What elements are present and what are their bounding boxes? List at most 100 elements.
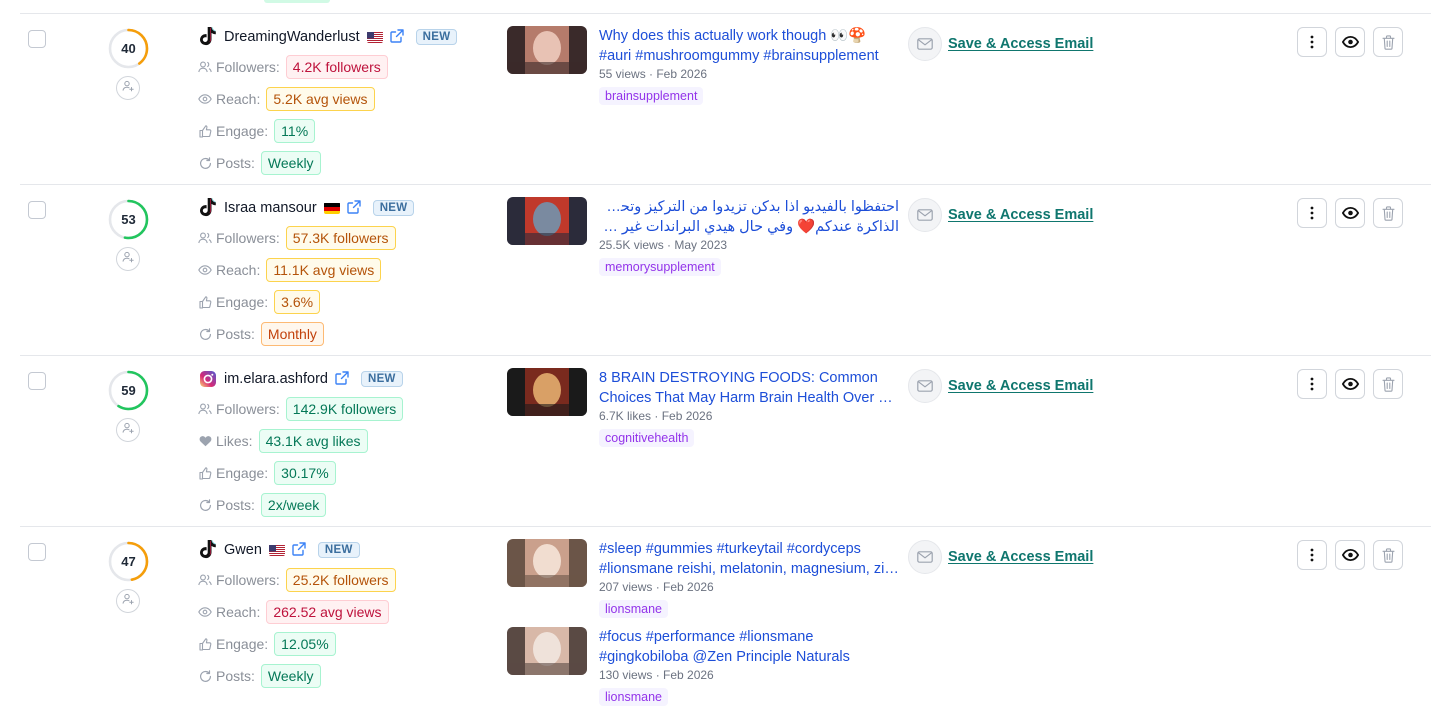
post-title-continued[interactable]: #gingkobiloba @Zen Principle Naturals — [599, 647, 899, 667]
creator-row: 40 DreamingWanderlust NEW Followers: 4.2K fo… — [20, 14, 1431, 185]
view-button[interactable] — [1335, 369, 1365, 399]
likes-icon — [198, 434, 212, 448]
save-access-email-button[interactable]: Save & Access Email — [908, 369, 1093, 403]
posts-icon — [198, 327, 212, 341]
post-meta: 130 views · Feb 2026 — [599, 668, 714, 682]
external-link-icon[interactable] — [292, 542, 308, 558]
creator-handle[interactable]: Israa mansour — [224, 200, 317, 216]
mail-icon — [908, 369, 942, 403]
delete-button[interactable] — [1373, 198, 1403, 228]
delete-button[interactable] — [1373, 27, 1403, 57]
more-actions-button[interactable] — [1297, 369, 1327, 399]
post-title-continued[interactable]: #auri #mushroomgummy #brainsupplement — [599, 46, 899, 66]
metric-label: Posts: — [216, 497, 255, 513]
save-access-email-label[interactable]: Save & Access Email — [948, 378, 1093, 394]
post-meta: 207 views · Feb 2026 — [599, 580, 714, 594]
hashtag-chip[interactable]: lionsmane — [599, 688, 668, 706]
engage-icon — [198, 295, 212, 309]
metric-reach: Reach: 262.52 avg views — [198, 596, 396, 628]
view-button[interactable] — [1335, 27, 1365, 57]
new-badge: NEW — [372, 200, 415, 216]
post-title-continued[interactable]: #lionsmane reishi, melatonin, magnesium,… — [599, 559, 899, 579]
metric-value: Monthly — [260, 322, 324, 346]
score-value: 40 — [121, 41, 136, 56]
save-access-email-label[interactable]: Save & Access Email — [948, 36, 1093, 52]
post-thumbnail[interactable] — [507, 368, 587, 416]
post-meta: 6.7K likes · Feb 2026 — [599, 409, 713, 423]
post-text: #sleep #gummies #turkeytail #cordyceps #l… — [599, 539, 899, 618]
creator-info: Gwen NEW Followers: 25.2K followers Reach: 26… — [198, 539, 396, 692]
view-button[interactable] — [1335, 198, 1365, 228]
save-access-email-label[interactable]: Save & Access Email — [948, 549, 1093, 565]
external-link-icon[interactable] — [389, 29, 406, 45]
posts-icon — [198, 669, 212, 683]
new-badge: NEW — [360, 371, 403, 387]
metric-label: Reach: — [216, 262, 261, 278]
add-to-list-button[interactable] — [116, 418, 140, 442]
more-actions-button[interactable] — [1297, 27, 1327, 57]
delete-button[interactable] — [1373, 369, 1403, 399]
score-ring: 47 — [108, 541, 149, 582]
save-access-email-button[interactable]: Save & Access Email — [908, 27, 1093, 61]
creator-handle[interactable]: Gwen — [224, 542, 262, 558]
reach-icon — [198, 263, 212, 277]
add-to-list-button[interactable] — [116, 76, 140, 100]
engage-icon — [198, 124, 212, 138]
row-select-checkbox[interactable] — [28, 372, 46, 390]
post-thumbnail[interactable] — [507, 26, 587, 74]
creator-handle[interactable]: im.elara.ashford — [224, 371, 328, 387]
creator-name-line: Israa mansour NEW — [198, 197, 415, 219]
post-title[interactable]: 8 BRAIN DESTROYING FOODS: Common — [599, 368, 899, 388]
view-button[interactable] — [1335, 540, 1365, 570]
save-access-email-button[interactable]: Save & Access Email — [908, 198, 1093, 232]
metric-posts: Posts: Weekly — [198, 147, 457, 179]
mail-icon — [908, 27, 942, 61]
hashtag-chip[interactable]: cognitivehealth — [599, 429, 695, 447]
add-to-list-button[interactable] — [116, 589, 140, 613]
de-flag — [323, 202, 340, 214]
delete-button[interactable] — [1373, 540, 1403, 570]
row-actions — [1297, 198, 1403, 228]
hashtag-chip[interactable]: lionsmane — [599, 600, 668, 618]
eye-icon — [1341, 207, 1359, 219]
user-add-icon — [122, 79, 134, 97]
post-title-continued[interactable]: الذاكرة عندكم❤️ وفي حال هيدي البراندات غ… — [599, 217, 899, 237]
creator-metrics: Followers: 4.2K followers Reach: 5.2K avg v… — [198, 51, 457, 179]
post-title[interactable]: Why does this actually work though 👀🍄 — [599, 26, 899, 46]
post-title-continued[interactable]: Choices That May Harm Brain Health Over … — [599, 388, 899, 408]
external-link-icon[interactable] — [335, 371, 351, 387]
metric-value: 12.05% — [274, 632, 336, 656]
post-title[interactable]: #focus #performance #lionsmane — [599, 627, 899, 647]
metric-value: 3.6% — [274, 290, 321, 314]
followers-icon — [198, 231, 212, 245]
score-value: 59 — [121, 383, 136, 398]
creator-info: Israa mansour NEW Followers: 57.3K follower… — [198, 197, 415, 350]
score-value: 53 — [121, 212, 136, 227]
post-thumbnail[interactable] — [507, 539, 587, 587]
hashtag-chip[interactable]: memorysupplement — [599, 258, 721, 276]
post-title[interactable]: #sleep #gummies #turkeytail #cordyceps — [599, 539, 899, 559]
post-title[interactable]: احتفظوا بالفيديو اذا بدكن تزيدوا من التر… — [599, 197, 899, 217]
post-thumbnail[interactable] — [507, 197, 587, 245]
metric-value: 262.52 avg views — [266, 600, 389, 624]
row-select-checkbox[interactable] — [28, 543, 46, 561]
post-thumbnail[interactable] — [507, 627, 587, 675]
hashtag-chip[interactable]: brainsupplement — [599, 87, 704, 105]
creator-metrics: Followers: 142.9K followers Likes: 43.1K av… — [198, 393, 404, 521]
more-vertical-icon — [1310, 548, 1314, 562]
creator-row: 59 im.elara.ashford NEW Followers: 142.9K fo… — [20, 356, 1431, 527]
trash-icon — [1381, 34, 1395, 50]
creator-handle[interactable]: DreamingWanderlust — [224, 29, 360, 45]
post-text: Why does this actually work though 👀🍄 #au… — [599, 26, 899, 105]
more-actions-button[interactable] — [1297, 198, 1327, 228]
score-ring: 40 — [108, 28, 149, 69]
more-actions-button[interactable] — [1297, 540, 1327, 570]
external-link-icon[interactable] — [346, 200, 363, 216]
add-to-list-button[interactable] — [116, 247, 140, 271]
save-access-email-label[interactable]: Save & Access Email — [948, 207, 1093, 223]
save-access-email-button[interactable]: Save & Access Email — [908, 540, 1093, 574]
row-select-checkbox[interactable] — [28, 201, 46, 219]
post-text: 8 BRAIN DESTROYING FOODS: Common Choices … — [599, 368, 899, 447]
metric-value: 5.2K avg views — [266, 87, 375, 111]
row-select-checkbox[interactable] — [28, 30, 46, 48]
